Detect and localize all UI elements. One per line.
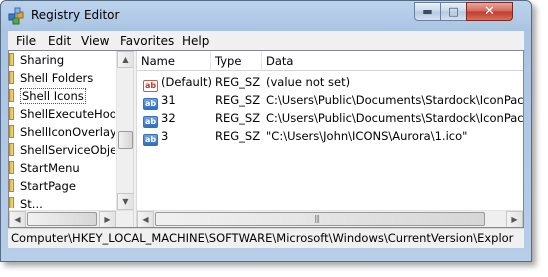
value-row-3[interactable]: ab 3 REG_SZ "C:\Users\John\ICONS\Aurora\1…: [137, 127, 523, 146]
folder-icon: [9, 161, 14, 174]
close-icon: ✕: [484, 4, 495, 19]
menu-edit[interactable]: Edit: [48, 34, 71, 48]
horizontal-scroll-thumb[interactable]: [27, 212, 97, 226]
column-header-data[interactable]: Data: [262, 51, 523, 71]
folder-icon: [9, 107, 14, 120]
chevron-right-icon: ▶: [511, 215, 518, 224]
menu-view[interactable]: View: [81, 34, 109, 48]
tree-item-shellexecutehooks[interactable]: ShellExecuteHoo: [9, 106, 115, 123]
value-name: 32: [161, 111, 176, 125]
tree-item-partial[interactable]: St...: [9, 196, 115, 208]
value-type: REG_SZ: [215, 111, 261, 125]
vertical-scroll-thumb[interactable]: [118, 131, 133, 149]
scroll-left-button[interactable]: ◀: [137, 211, 154, 227]
key-tree[interactable]: Sharing Shell Folders Shell Icons ShellE…: [9, 51, 133, 227]
value-row-31[interactable]: ab 31 REG_SZ C:\Users\Public\Documents\St…: [137, 91, 523, 110]
current-key-path: Computer\HKEY_LOCAL_MACHINE\SOFTWARE\Mic…: [11, 231, 514, 245]
status-bar: Computer\HKEY_LOCAL_MACHINE\SOFTWARE\Mic…: [8, 228, 524, 248]
registry-editor-icon: [8, 7, 24, 25]
value-name: 31: [161, 93, 176, 107]
folder-icon: [9, 143, 14, 156]
folder-icon: [9, 53, 14, 66]
folder-icon: [9, 125, 14, 138]
menu-file[interactable]: File: [16, 34, 36, 48]
close-button[interactable]: ✕: [466, 2, 513, 21]
tree-vertical-scrollbar[interactable]: ▲ ▼: [116, 51, 133, 210]
grip-icon: |||: [314, 214, 320, 223]
value-row-default[interactable]: ab (Default) REG_SZ (value not set): [137, 73, 523, 92]
maximize-button[interactable]: □: [440, 2, 467, 21]
title-bar[interactable]: Registry Editor ▬ □ ✕: [1, 1, 531, 31]
value-data: "C:\Users\John\ICONS\Aurora\1.ico": [266, 129, 468, 143]
tree-item-shelliconoverlay[interactable]: ShellIconOverlay: [9, 124, 115, 141]
menu-help[interactable]: Help: [182, 34, 209, 48]
scroll-down-button[interactable]: ▼: [117, 193, 133, 210]
list-header: Name Type Data: [137, 51, 523, 71]
tree-item-startmenu[interactable]: StartMenu: [9, 160, 115, 177]
minimize-button[interactable]: ▬: [414, 2, 441, 21]
value-type: REG_SZ: [215, 93, 261, 107]
column-header-name[interactable]: Name: [137, 51, 211, 71]
value-name: (Default): [161, 75, 211, 89]
maximize-icon: □: [448, 5, 459, 18]
chevron-right-icon: ▶: [104, 215, 111, 224]
chevron-left-icon: ◀: [142, 215, 149, 224]
scroll-up-button[interactable]: ▲: [117, 51, 133, 68]
tree-item-sharing[interactable]: Sharing: [9, 52, 115, 69]
tree-item-shell-folders[interactable]: Shell Folders: [9, 70, 115, 87]
editor-client-area: Sharing Shell Folders Shell Icons ShellE…: [8, 50, 524, 228]
scroll-left-button[interactable]: ◀: [9, 211, 26, 227]
chevron-down-icon: ▼: [122, 197, 129, 206]
chevron-left-icon: ◀: [14, 215, 21, 224]
value-data: (value not set): [266, 75, 351, 89]
value-row-32[interactable]: ab 32 REG_SZ C:\Users\Public\Documents\St…: [137, 109, 523, 128]
folder-icon: [9, 179, 14, 192]
folder-icon: [9, 71, 14, 84]
value-data: C:\Users\Public\Documents\Stardock\IconP…: [266, 111, 523, 125]
binary-value-icon: ab: [143, 134, 158, 146]
list-horizontal-scrollbar[interactable]: ◀ ||| ▶: [137, 210, 523, 227]
folder-icon: [9, 89, 14, 102]
scroll-right-button[interactable]: ▶: [99, 211, 116, 227]
value-type: REG_SZ: [215, 75, 261, 89]
values-list[interactable]: Name Type Data ab (Default) REG_SZ (value…: [137, 51, 523, 227]
folder-icon: [9, 197, 14, 208]
tree-item-startpage[interactable]: StartPage: [9, 178, 115, 195]
minimize-icon: ▬: [422, 5, 433, 18]
scroll-right-button[interactable]: ▶: [506, 211, 523, 227]
menu-favorites[interactable]: Favorites: [120, 34, 174, 48]
registry-editor-window: Registry Editor ▬ □ ✕ File Edit View Fav…: [0, 0, 532, 262]
tree-item-shell-icons[interactable]: Shell Icons: [9, 88, 115, 105]
value-data: C:\Users\Public\Documents\Stardock\IconP…: [266, 93, 523, 107]
tree-item-shellserviceobjects[interactable]: ShellServiceObje: [9, 142, 115, 159]
menu-bar: File Edit View Favorites Help: [8, 31, 524, 50]
tree-horizontal-scrollbar[interactable]: ◀ ▶: [9, 210, 133, 227]
value-type: REG_SZ: [215, 129, 261, 143]
horizontal-scroll-thumb[interactable]: |||: [155, 212, 485, 226]
chevron-up-icon: ▲: [122, 55, 129, 64]
column-header-type[interactable]: Type: [211, 51, 262, 71]
window-title: Registry Editor: [31, 8, 120, 22]
value-name: 3: [161, 129, 169, 143]
